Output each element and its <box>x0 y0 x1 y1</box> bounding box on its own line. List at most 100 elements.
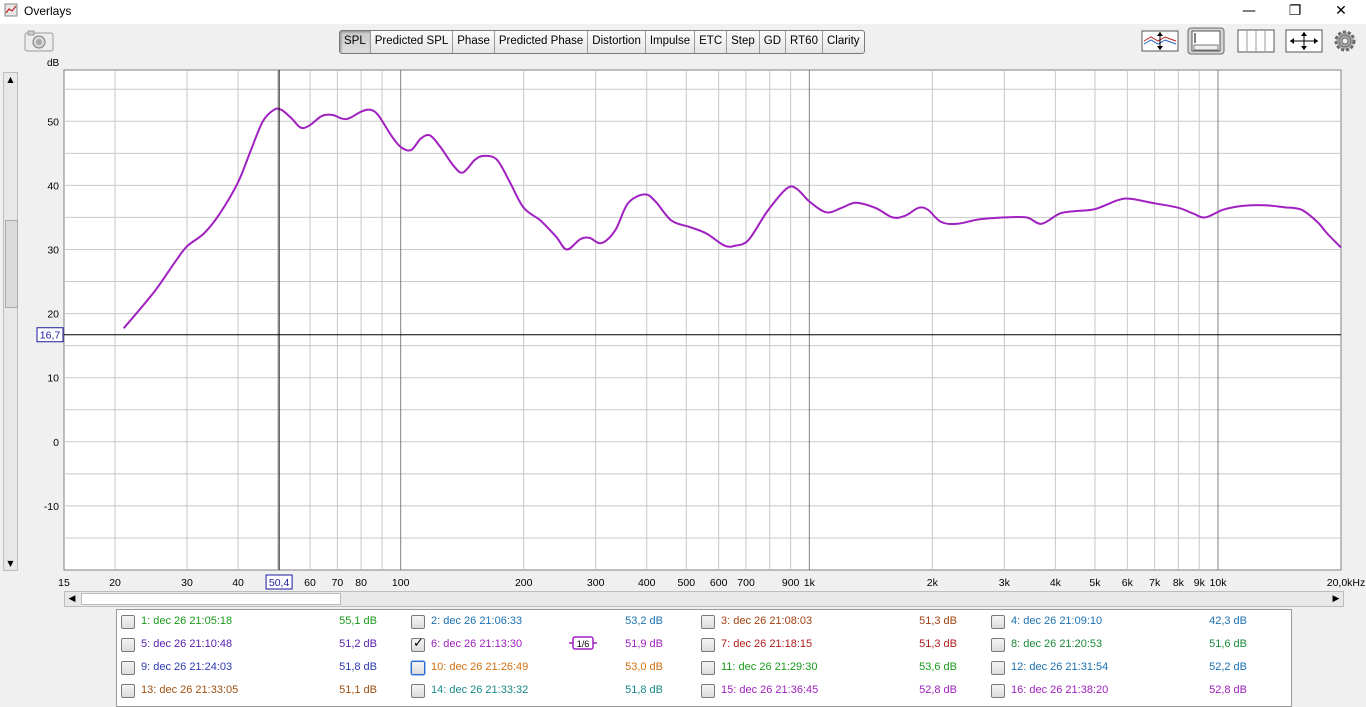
x-tick-label: 5k <box>1089 577 1101 589</box>
measurement-checkbox[interactable] <box>121 661 135 675</box>
tab-impulse[interactable]: Impulse <box>646 31 696 53</box>
tab-step[interactable]: Step <box>727 31 760 53</box>
measurement-checkbox[interactable] <box>991 615 1005 629</box>
grid-toggle-icon[interactable] <box>1237 27 1275 55</box>
tab-clarity[interactable]: Clarity <box>823 31 864 53</box>
measurement-level: 55,1 dB <box>339 615 377 627</box>
measurement-item[interactable]: 12: dec 26 21:31:54 52,2 dB <box>991 659 1276 677</box>
camera-icon[interactable] <box>24 30 54 52</box>
measurement-item[interactable]: 8: dec 26 21:20:53 51,6 dB <box>991 636 1276 654</box>
measurement-label[interactable]: 12: dec 26 21:31:54 <box>1011 661 1108 673</box>
measurement-item[interactable]: 7: dec 26 21:18:15 51,3 dB <box>701 636 986 654</box>
measurement-label[interactable]: 2: dec 26 21:06:33 <box>431 615 522 627</box>
measurement-label[interactable]: 1: dec 26 21:05:18 <box>141 615 232 627</box>
app-icon <box>4 3 18 17</box>
measurement-level: 53,6 dB <box>919 661 957 673</box>
scroll-left-arrow[interactable]: ◀ <box>65 592 79 606</box>
x-tick-label: 10k <box>1210 577 1228 589</box>
horizontal-scroll-thumb[interactable] <box>81 593 341 605</box>
measurement-item[interactable]: 9: dec 26 21:24:03 51,8 dB <box>121 659 406 677</box>
measurement-label[interactable]: 16: dec 26 21:38:20 <box>1011 684 1108 696</box>
fit-axes-icon[interactable] <box>1285 27 1323 55</box>
measurement-checkbox[interactable] <box>701 638 715 652</box>
tab-etc[interactable]: ETC <box>695 31 728 53</box>
measurement-item[interactable]: 1: dec 26 21:05:18 55,1 dB <box>121 613 406 631</box>
measurement-item[interactable]: 3: dec 26 21:08:03 51,3 dB <box>701 613 986 631</box>
x-tick-label: 40 <box>232 577 244 589</box>
tab-predicted-phase[interactable]: Predicted Phase <box>495 31 589 53</box>
restore-button[interactable]: ❐ <box>1272 0 1318 22</box>
x-tick-label: 80 <box>355 577 367 589</box>
x-tick-label: 600 <box>710 577 728 589</box>
measurement-level: 51,8 dB <box>625 684 663 696</box>
tab-phase[interactable]: Phase <box>453 31 495 53</box>
measurement-level: 51,3 dB <box>919 615 957 627</box>
measurement-item[interactable]: 15: dec 26 21:36:45 52,8 dB <box>701 682 986 700</box>
x-tick-label: 3k <box>999 577 1011 589</box>
minimize-button[interactable]: — <box>1226 0 1272 22</box>
measurement-checkbox[interactable] <box>411 615 425 629</box>
measurement-checkbox[interactable] <box>701 684 715 698</box>
horizontal-scrollbar[interactable]: ◀ ▶ <box>64 591 1344 607</box>
x-tick-label: 60 <box>304 577 316 589</box>
measurement-checkbox[interactable] <box>121 684 135 698</box>
measurement-label[interactable]: 6: dec 26 21:13:30 <box>431 638 522 650</box>
measurement-checkbox[interactable] <box>411 636 425 652</box>
y-tick-label: 30 <box>47 244 59 256</box>
measurement-checkbox[interactable] <box>411 684 425 698</box>
measurement-checkbox[interactable] <box>121 615 135 629</box>
smoothing-indicator[interactable]: 1/6 <box>569 636 597 650</box>
y-axis-label: dB <box>47 58 60 69</box>
y-axis-ticks: -10 0 10 20 30 40 50 <box>44 116 59 513</box>
x-tick-label: 7k <box>1149 577 1161 589</box>
tab-rt60[interactable]: RT60 <box>786 31 823 53</box>
measurement-label[interactable]: 9: dec 26 21:24:03 <box>141 661 232 673</box>
measurement-checkbox[interactable] <box>701 615 715 629</box>
x-tick-label: 500 <box>678 577 696 589</box>
tab-predicted-spl[interactable]: Predicted SPL <box>371 31 454 53</box>
measurement-label[interactable]: 14: dec 26 21:33:32 <box>431 684 528 696</box>
measurement-level: 51,6 dB <box>1209 638 1247 650</box>
measurement-label[interactable]: 8: dec 26 21:20:53 <box>1011 638 1102 650</box>
tab-distortion[interactable]: Distortion <box>588 31 646 53</box>
measurement-checkbox[interactable] <box>991 638 1005 652</box>
measurement-checkbox[interactable] <box>701 661 715 675</box>
measurement-item[interactable]: 2: dec 26 21:06:33 53,2 dB <box>411 613 696 631</box>
tab-gd[interactable]: GD <box>760 31 787 53</box>
measurement-item[interactable]: 13: dec 26 21:33:05 51,1 dB <box>121 682 406 700</box>
measurement-checkbox[interactable] <box>411 661 425 675</box>
measurement-label[interactable]: 13: dec 26 21:33:05 <box>141 684 238 696</box>
measurement-checkbox[interactable] <box>991 661 1005 675</box>
x-tick-label: 100 <box>392 577 410 589</box>
title-bar: Overlays — ❐ ✕ <box>0 0 1366 24</box>
legend-toggle-icon[interactable] <box>1187 27 1225 55</box>
measurement-list: 1: dec 26 21:05:18 55,1 dB 2: dec 26 21:06… <box>116 609 1292 707</box>
measurement-checkbox[interactable] <box>121 638 135 652</box>
measurement-level: 51,9 dB <box>625 638 663 650</box>
measurement-label[interactable]: 15: dec 26 21:36:45 <box>721 684 818 696</box>
measurement-checkbox[interactable] <box>991 684 1005 698</box>
measurement-item[interactable]: 6: dec 26 21:13:30 51,9 dB <box>411 636 696 654</box>
measurement-label[interactable]: 4: dec 26 21:09:10 <box>1011 615 1102 627</box>
measurement-level: 51,3 dB <box>919 638 957 650</box>
close-button[interactable]: ✕ <box>1318 0 1364 22</box>
measurement-label[interactable]: 10: dec 26 21:26:49 <box>431 661 528 673</box>
measurement-label[interactable]: 11: dec 26 21:29:30 <box>721 661 817 673</box>
measurement-label[interactable]: 5: dec 26 21:10:48 <box>141 638 232 650</box>
measurement-label[interactable]: 3: dec 26 21:08:03 <box>721 615 812 627</box>
spl-graph[interactable]: -10 0 10 20 30 40 50 15 20 30 40 60 70 80 100 200 300 40… <box>0 55 1366 595</box>
settings-gear-icon[interactable] <box>1327 27 1363 55</box>
x-tick-label: 70 <box>332 577 344 589</box>
measurement-item[interactable]: 5: dec 26 21:10:48 51,2 dB <box>121 636 406 654</box>
measurement-item[interactable]: 14: dec 26 21:33:32 51,8 dB <box>411 682 696 700</box>
tab-spl[interactable]: SPL <box>340 31 371 53</box>
vertical-zoom-icon[interactable] <box>1141 27 1179 55</box>
measurement-label[interactable]: 7: dec 26 21:18:15 <box>721 638 812 650</box>
x-tick-label: 4k <box>1050 577 1062 589</box>
measurement-item[interactable]: 16: dec 26 21:38:20 52,8 dB <box>991 682 1276 700</box>
measurement-item[interactable]: 10: dec 26 21:26:49 53,0 dB <box>411 659 696 677</box>
measurement-item[interactable]: 11: dec 26 21:29:30 53,6 dB <box>701 659 986 677</box>
x-tick-label: 9k <box>1194 577 1206 589</box>
scroll-right-arrow[interactable]: ▶ <box>1329 592 1343 606</box>
measurement-item[interactable]: 4: dec 26 21:09:10 42,3 dB <box>991 613 1276 631</box>
